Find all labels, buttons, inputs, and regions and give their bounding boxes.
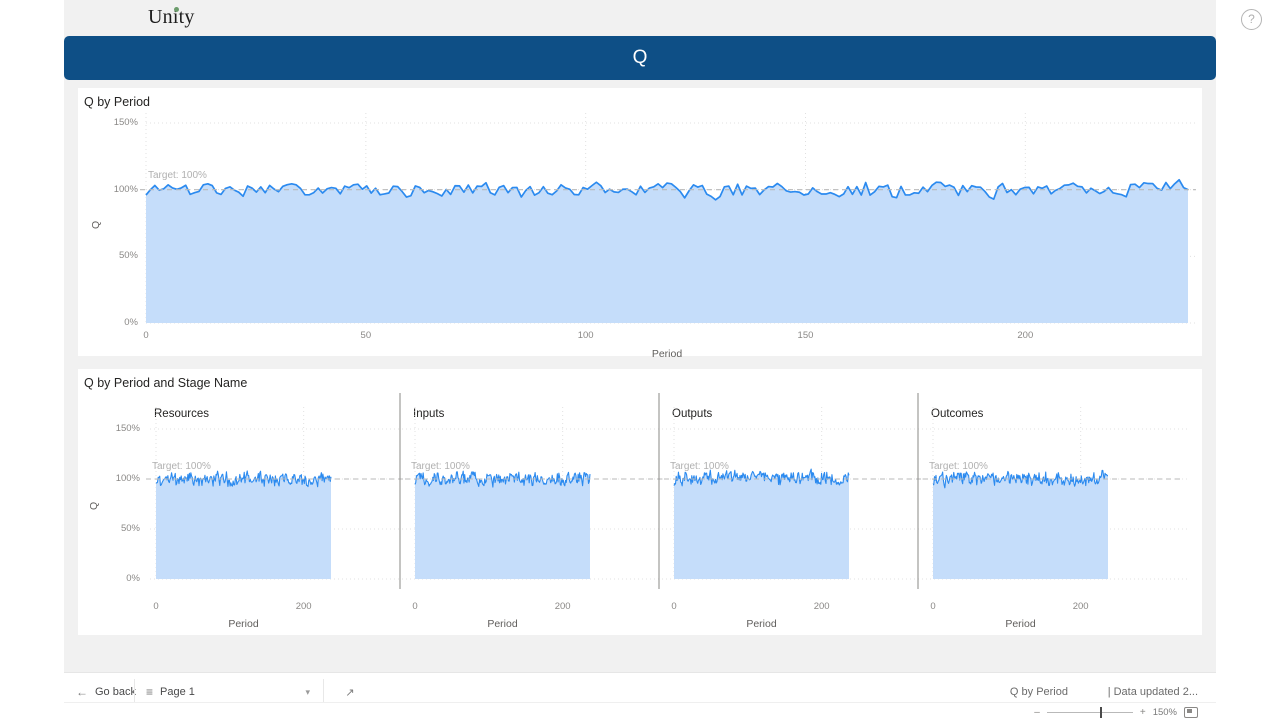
x-axis-tick: 200 bbox=[1017, 330, 1034, 341]
y-axis-title: Q bbox=[90, 220, 102, 229]
y-axis-tick: 150% bbox=[113, 117, 138, 128]
banner-title: Q bbox=[632, 47, 648, 68]
go-back-label: Go back bbox=[95, 686, 136, 698]
canvas-bottom-gap bbox=[64, 635, 1216, 672]
y-axis-title: Q bbox=[88, 501, 100, 510]
visual-q-by-period[interactable]: Q by Period 0% 50% 100% 150% 0 50 100 150 200 Per… bbox=[78, 88, 1202, 360]
chevron-down-icon: ▾ bbox=[305, 686, 310, 697]
arrow-left-icon: ← bbox=[76, 685, 88, 699]
zoom-percent-label: 150% bbox=[1152, 706, 1177, 718]
page-right-margin bbox=[1216, 0, 1280, 720]
page-left-margin bbox=[0, 0, 64, 720]
fit-to-page-icon[interactable] bbox=[1184, 706, 1198, 718]
x-axis-title: Period bbox=[651, 348, 683, 360]
zoom-in-button[interactable]: + bbox=[1140, 707, 1146, 718]
target-line-label: Target: 100% bbox=[148, 169, 207, 181]
pages-list-icon: ≡ bbox=[146, 685, 154, 699]
x-axis-tick: 100 bbox=[577, 330, 594, 341]
y-axis-tick: 50% bbox=[120, 523, 140, 534]
y-axis-tick: 0% bbox=[126, 573, 140, 584]
y-axis-tick: 100% bbox=[115, 473, 140, 484]
zoom-statusbar: – + 150% bbox=[64, 702, 1216, 721]
y-axis-tick: 150% bbox=[115, 423, 140, 434]
y-axis-tick: 100% bbox=[113, 183, 138, 195]
x-axis-tick: 50 bbox=[360, 330, 372, 341]
report-page: Unity ? Q Q by Period 0% 50% 100% 150% 0 50 10… bbox=[0, 0, 1280, 721]
focus-mode-icon: ↗ bbox=[345, 686, 355, 699]
question-circle-icon[interactable]: ? bbox=[1241, 9, 1262, 30]
y-axis-tick: 0% bbox=[124, 317, 138, 328]
report-titlebar: Unity ? bbox=[64, 0, 1262, 36]
zoom-slider[interactable] bbox=[1046, 706, 1133, 718]
zoom-out-button[interactable]: – bbox=[1034, 707, 1040, 718]
zoom-slider-thumb[interactable] bbox=[1099, 706, 1103, 718]
x-axis-tick: 0 bbox=[143, 330, 149, 341]
page-selector-label: Page 1 bbox=[160, 686, 195, 698]
zoom-control[interactable]: – + 150% bbox=[1034, 703, 1198, 721]
visual-q-by-period-and-stage-name[interactable]: Q by Period and Stage Name Resources Targ… bbox=[78, 369, 1202, 635]
page-title: Unity bbox=[148, 6, 195, 28]
title-accent-dot bbox=[174, 7, 179, 12]
y-axis-tick: 50% bbox=[118, 250, 138, 262]
x-axis-tick: 150 bbox=[797, 330, 814, 341]
report-banner: Q bbox=[64, 36, 1216, 80]
